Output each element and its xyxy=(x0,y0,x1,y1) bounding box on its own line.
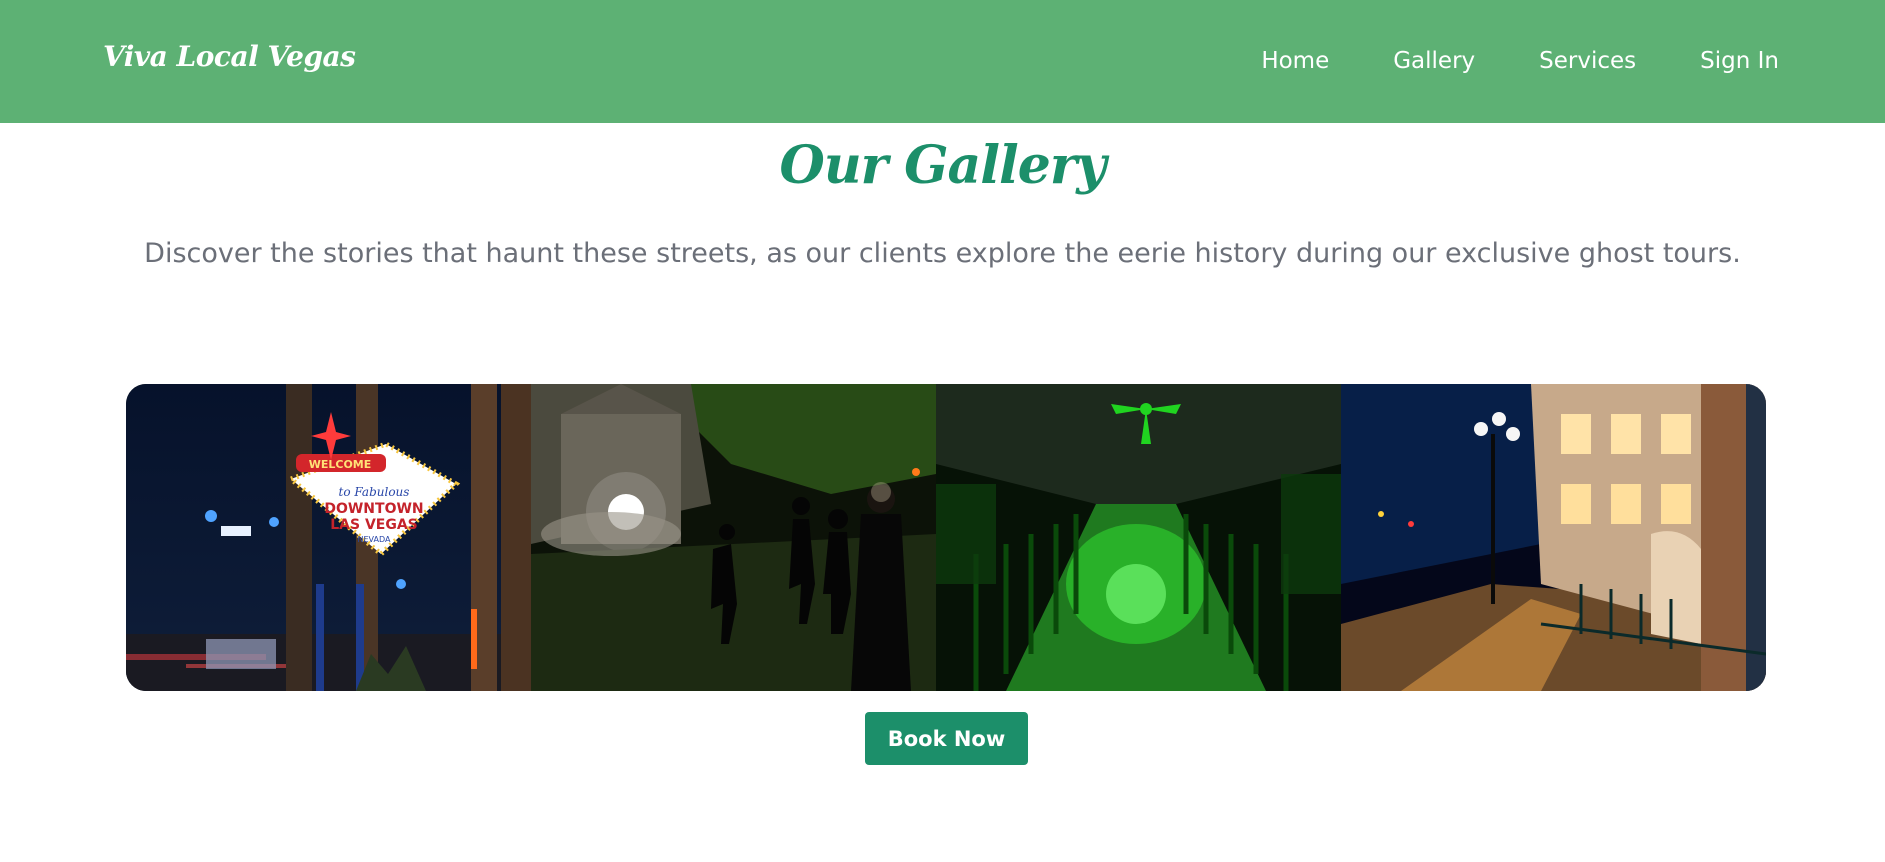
sign-fabulous: to Fabulous xyxy=(339,485,410,499)
main-nav: Home Gallery Services Sign In xyxy=(1261,48,1779,74)
gallery-strip: WELCOME to Fabulous DOWNTOWN LAS VEGAS N… xyxy=(126,384,1766,691)
gallery-title: Our Gallery xyxy=(779,135,1107,196)
brand-logo[interactable]: Viva Local Vegas xyxy=(103,40,356,73)
photo-downtown-sign[interactable]: WELCOME to Fabulous DOWNTOWN LAS VEGAS N… xyxy=(126,384,531,691)
photo-green-room[interactable] xyxy=(936,384,1341,691)
nav-home[interactable]: Home xyxy=(1261,48,1329,74)
photo-night-street[interactable] xyxy=(1341,384,1766,691)
nav-services[interactable]: Services xyxy=(1539,48,1636,74)
nav-sign-in[interactable]: Sign In xyxy=(1700,48,1779,74)
photo-night-walk[interactable] xyxy=(531,384,936,691)
gallery-subtitle: Discover the stories that haunt these st… xyxy=(144,238,1741,269)
sign-welcome: WELCOME xyxy=(309,458,372,471)
sign-downtown: DOWNTOWN xyxy=(324,501,423,517)
sign-nevada: NEVADA xyxy=(358,535,391,544)
book-now-button[interactable]: Book Now xyxy=(865,712,1028,765)
nav-gallery[interactable]: Gallery xyxy=(1393,48,1475,74)
sign-las-vegas: LAS VEGAS xyxy=(330,517,418,533)
site-header: Viva Local Vegas Home Gallery Services S… xyxy=(0,0,1885,123)
